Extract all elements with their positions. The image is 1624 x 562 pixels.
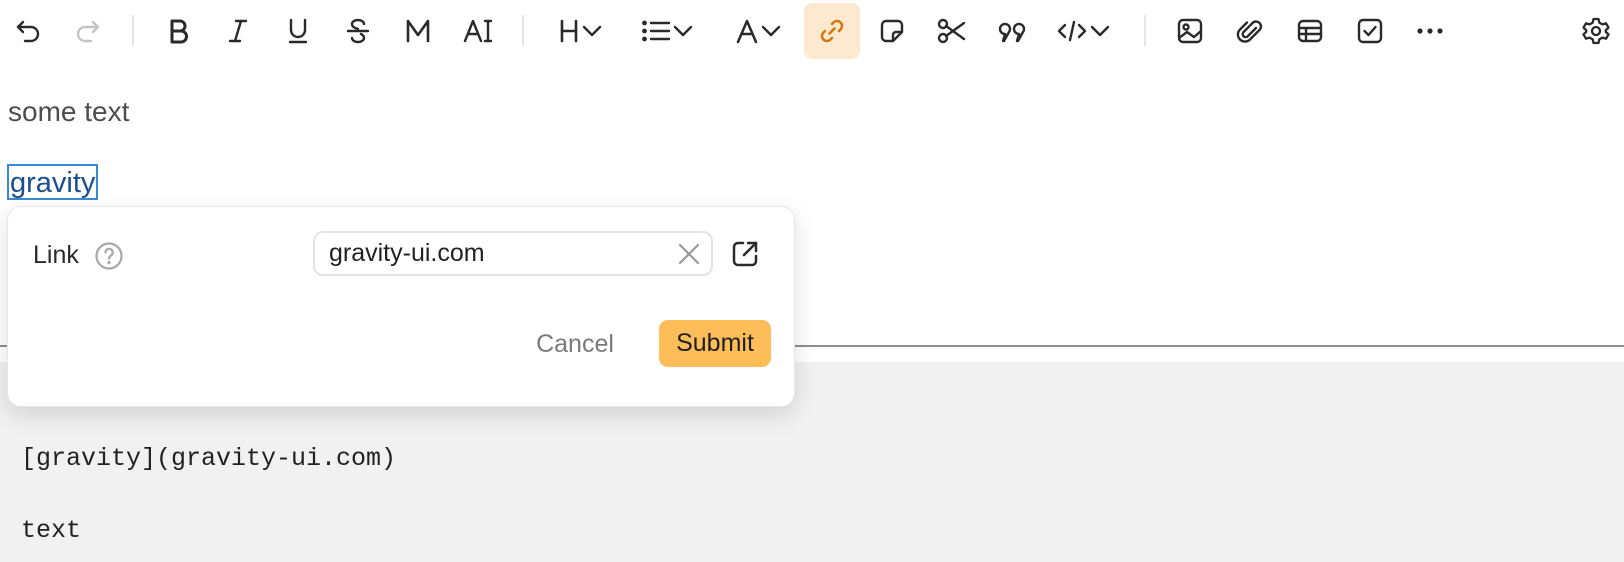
more-icon — [1417, 28, 1443, 34]
strikethrough-icon — [346, 18, 370, 44]
chevron-down-icon — [761, 25, 781, 37]
redo-button[interactable] — [68, 3, 108, 59]
markup-line: [gravity](gravity-ui.com) — [21, 444, 397, 473]
image-button[interactable] — [1170, 3, 1210, 59]
text-style-icon — [736, 19, 758, 44]
link-label: Link — [33, 241, 79, 269]
submit-button[interactable]: Submit — [659, 320, 771, 367]
attachment-icon — [1236, 20, 1263, 43]
italic-icon — [228, 19, 248, 43]
code-icon — [1057, 20, 1087, 42]
strikethrough-button[interactable] — [338, 3, 378, 59]
checkbox-icon — [1357, 18, 1383, 44]
cut-icon — [937, 18, 966, 44]
text-style-dropdown[interactable] — [728, 3, 790, 59]
settings-icon — [1582, 17, 1610, 45]
chevron-down-icon — [1090, 25, 1110, 37]
bold-icon — [170, 19, 188, 44]
table-button[interactable] — [1290, 3, 1330, 59]
cut-button[interactable] — [932, 3, 972, 59]
underline-icon — [288, 18, 308, 44]
open-link-icon[interactable] — [730, 239, 760, 274]
help-icon[interactable] — [94, 241, 124, 276]
redo-icon — [76, 20, 100, 43]
link-url-field[interactable] — [313, 231, 713, 276]
text-color-icon — [463, 19, 493, 43]
monospace-button[interactable] — [398, 3, 438, 59]
text-color-button[interactable] — [458, 3, 498, 59]
chevron-down-icon — [582, 25, 602, 37]
link-button[interactable] — [804, 3, 860, 59]
settings-button[interactable] — [1576, 3, 1616, 59]
undo-button[interactable] — [8, 3, 48, 59]
italic-button[interactable] — [218, 3, 258, 59]
underline-button[interactable] — [278, 3, 318, 59]
checkbox-button[interactable] — [1350, 3, 1390, 59]
editor-text-line[interactable]: some text — [8, 96, 129, 128]
markup-line: text — [21, 516, 82, 545]
chevron-down-icon — [673, 25, 693, 37]
quote-icon — [998, 22, 1026, 43]
heading-icon — [560, 19, 578, 43]
list-dropdown[interactable] — [636, 3, 700, 59]
more-button[interactable] — [1410, 3, 1450, 59]
note-icon — [880, 19, 904, 43]
list-icon — [642, 20, 671, 42]
toolbar-separator — [1144, 15, 1146, 46]
toolbar-separator — [132, 15, 134, 46]
table-icon — [1297, 19, 1323, 43]
bold-button[interactable] — [158, 3, 198, 59]
attachment-button[interactable] — [1230, 3, 1270, 59]
quote-button[interactable] — [992, 3, 1032, 59]
undo-icon — [16, 20, 40, 43]
link-popup: Link Cancel Submit — [7, 206, 795, 407]
clear-icon[interactable] — [677, 242, 701, 271]
link-icon — [820, 19, 844, 43]
selected-link-text[interactable]: gravity — [7, 164, 99, 200]
heading-dropdown[interactable] — [550, 3, 612, 59]
image-icon — [1177, 18, 1203, 44]
toolbar-separator — [522, 15, 524, 46]
monospace-icon — [406, 19, 430, 43]
note-button[interactable] — [872, 3, 912, 59]
link-url-input[interactable] — [329, 233, 659, 274]
code-dropdown[interactable] — [1052, 3, 1116, 59]
cancel-button[interactable]: Cancel — [520, 321, 630, 367]
editor-toolbar — [0, 0, 1624, 62]
